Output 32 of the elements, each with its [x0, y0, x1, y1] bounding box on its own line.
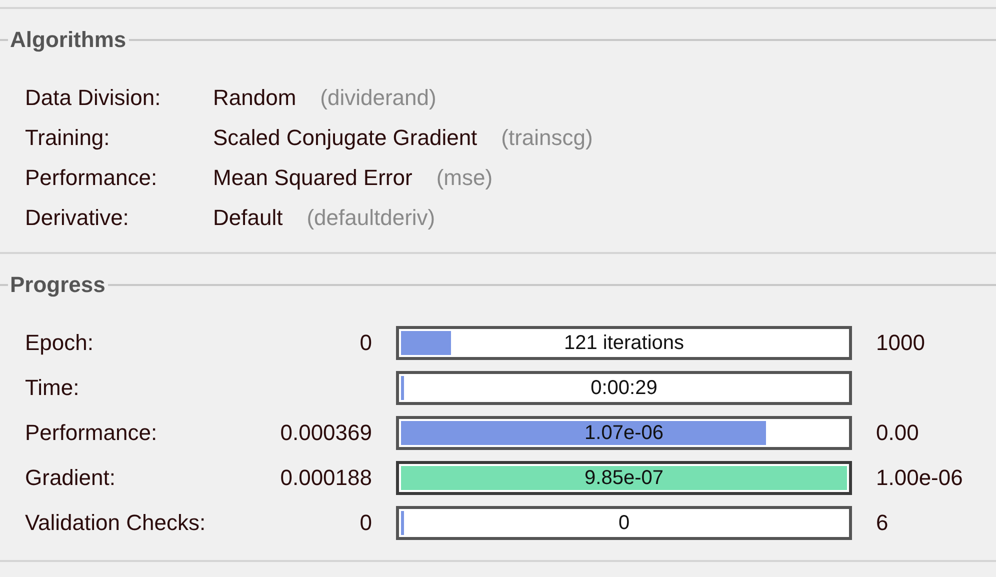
section-title: Progress [9, 272, 106, 298]
progress-reading: 9.85e-07 [584, 466, 664, 490]
max-value: 1000 [876, 330, 925, 355]
function-name: (mse) [436, 164, 493, 192]
progress-label: Validation Checks: [25, 510, 207, 536]
field-value: Random [213, 84, 296, 112]
progress-label: Performance: [25, 420, 158, 446]
field-label: Data Division: [25, 84, 162, 112]
max-value: 0.00 [876, 420, 919, 445]
field-label: Performance: [25, 164, 158, 192]
progress-reading: 0:00:29 [590, 376, 658, 400]
progress-reading: 1.07e-06 [584, 422, 664, 444]
function-name: (defaultderiv) [306, 204, 436, 232]
progress-label: Time: [25, 375, 80, 401]
progress-label: Gradient: [25, 465, 116, 491]
field-label: Training: [25, 124, 111, 152]
min-value: 0.000188 [280, 465, 372, 490]
min-value: 0.000369 [280, 420, 372, 445]
progress-label: Epoch: [25, 330, 94, 356]
function-name: (dividerand) [320, 84, 436, 112]
progress-reading: 121 iterations [564, 332, 684, 354]
field-value: Scaled Conjugate Gradient [213, 124, 478, 152]
max-value: 1.00e-06 [876, 465, 963, 490]
field-value: Default [213, 204, 283, 232]
min-value: 0 [360, 330, 372, 355]
max-value: 6 [876, 510, 888, 535]
field-label: Derivative: [25, 204, 130, 232]
field-value: Mean Squared Error [213, 164, 412, 192]
min-value: 0 [360, 510, 372, 535]
section-title: Algorithms [9, 27, 128, 53]
function-name: (trainscg) [501, 124, 593, 152]
progress-reading: 0 [618, 512, 630, 534]
